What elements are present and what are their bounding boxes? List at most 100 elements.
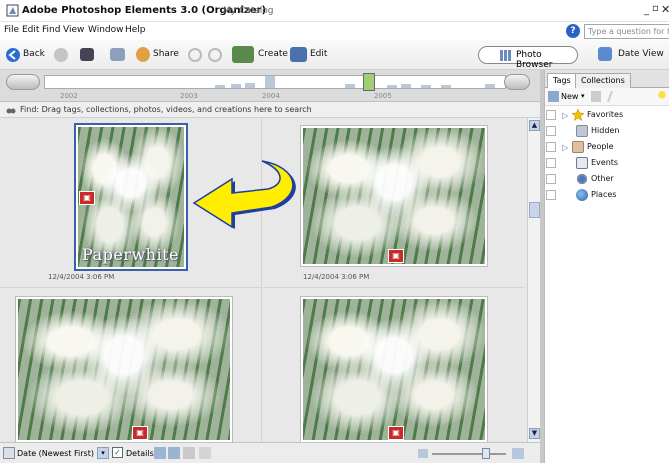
- tag-row-hidden[interactable]: Hidden: [545, 124, 669, 139]
- tag-badge-icon: ▣: [388, 249, 404, 263]
- photo-image: [303, 299, 485, 440]
- menu-view[interactable]: View: [63, 25, 84, 35]
- maximize-button[interactable]: ▫: [652, 3, 659, 14]
- expand-triangle-icon[interactable]: ▷: [562, 111, 568, 120]
- photo-thumbnail[interactable]: ▣: [301, 126, 487, 266]
- print-icon[interactable]: [110, 48, 125, 61]
- back-arrow-icon[interactable]: [6, 48, 20, 62]
- timeline-marker[interactable]: [363, 73, 375, 91]
- date-view-button[interactable]: Date View: [618, 49, 664, 59]
- photo-thumbnail[interactable]: ▣: [301, 297, 487, 442]
- menu-help[interactable]: Help: [125, 25, 146, 35]
- zoom-in-icon[interactable]: [512, 448, 524, 459]
- zoom-slider-thumb[interactable]: [482, 448, 490, 459]
- expand-triangle-icon[interactable]: ▷: [562, 143, 568, 152]
- timeline-track[interactable]: [44, 73, 506, 91]
- create-icon[interactable]: [232, 46, 254, 63]
- zoom-slider-track[interactable]: [432, 453, 506, 455]
- tag-row-places[interactable]: Places: [545, 188, 669, 203]
- timeline-left-button[interactable]: [6, 74, 40, 90]
- star-icon: [571, 108, 585, 122]
- close-button[interactable]: ✕: [661, 3, 669, 16]
- new-tag-button[interactable]: New: [561, 92, 578, 101]
- tag-badge-icon: ▣: [388, 426, 404, 440]
- help-search-input[interactable]: Type a question for help: [584, 24, 669, 39]
- menu-edit[interactable]: Edit: [22, 25, 39, 35]
- photo-thumbnail[interactable]: ▣: [16, 297, 232, 442]
- tag-badge-icon: ▣: [132, 426, 148, 440]
- tag-row-favorites[interactable]: ▷ Favorites: [545, 108, 669, 123]
- create-button[interactable]: Create: [258, 49, 288, 59]
- share-icon[interactable]: [136, 47, 150, 62]
- photo-browser-icon: [500, 50, 511, 61]
- tags-panel: Tags Collections New ▾ ▷ Favorites Hidde…: [544, 70, 669, 463]
- forward-arrow-icon[interactable]: [54, 48, 68, 62]
- tag-checkbox[interactable]: [546, 142, 556, 152]
- edit-icon[interactable]: [290, 47, 307, 62]
- photo-browser-button[interactable]: Photo Browser: [478, 46, 578, 70]
- view-mode-icon[interactable]: [154, 447, 166, 459]
- photo-import-icon[interactable]: [80, 48, 94, 61]
- people-icon: [572, 141, 584, 153]
- timeline-bar: [215, 85, 225, 88]
- back-button[interactable]: Back: [23, 49, 45, 59]
- tag-badge-icon: ▣: [79, 191, 95, 205]
- details-checkbox[interactable]: ✓: [112, 447, 123, 458]
- timeline-year: 2005: [374, 92, 392, 100]
- photo-browser-label: Photo Browser: [516, 50, 553, 70]
- scroll-up-icon[interactable]: ▲: [529, 120, 540, 131]
- delete-tag-icon[interactable]: [591, 91, 601, 102]
- tag-row-events[interactable]: Events: [545, 156, 669, 171]
- share-button[interactable]: Share: [153, 49, 179, 59]
- tag-checkbox[interactable]: [546, 190, 556, 200]
- timeline-year: 2004: [262, 92, 280, 100]
- scroll-down-icon[interactable]: ▼: [529, 428, 540, 439]
- sort-dropdown-icon[interactable]: ▾: [97, 447, 109, 459]
- status-bar: Date (Newest First) ▾ ✓ Details: [0, 442, 540, 463]
- sort-icon[interactable]: [3, 447, 15, 459]
- view-mode-icon[interactable]: [168, 447, 180, 459]
- edit-button[interactable]: Edit: [310, 49, 327, 59]
- tab-collections[interactable]: Collections: [575, 73, 631, 88]
- timeline: 2002 2003 2004 2005: [0, 70, 540, 102]
- timeline-bar: [387, 85, 397, 88]
- tag-label: Hidden: [591, 126, 620, 135]
- tag-row-people[interactable]: ▷ People: [545, 140, 669, 155]
- help-icon[interactable]: ?: [566, 24, 580, 38]
- globe-icon: [576, 189, 588, 201]
- tag-label: Favorites: [587, 110, 624, 119]
- chevron-down-icon[interactable]: ▾: [581, 92, 585, 100]
- tab-tags[interactable]: Tags: [547, 73, 577, 89]
- photo-thumbnail[interactable]: ▣ Paperwhite: [76, 125, 186, 269]
- tag-checkbox[interactable]: [546, 158, 556, 168]
- photo-cell[interactable]: ▣: [263, 289, 525, 459]
- menu-file[interactable]: File: [4, 25, 19, 35]
- sort-order-label[interactable]: Date (Newest First): [17, 449, 94, 458]
- find-bar[interactable]: Find: Drag tags, collections, photos, vi…: [0, 102, 540, 118]
- tag-checkbox[interactable]: [546, 174, 556, 184]
- menu-find[interactable]: Find: [42, 25, 60, 35]
- photo-cell[interactable]: ▣: [0, 289, 262, 459]
- zoom-out-icon[interactable]: [418, 449, 428, 458]
- rotate-left-icon[interactable]: [188, 48, 202, 62]
- menu-window[interactable]: Window: [88, 25, 124, 35]
- lightbulb-icon[interactable]: [657, 90, 667, 102]
- tag-checkbox[interactable]: [546, 126, 556, 136]
- minimize-button[interactable]: _: [644, 5, 649, 16]
- edit-tag-icon[interactable]: [606, 91, 622, 102]
- tag-label: People: [587, 142, 614, 151]
- tag-checkbox[interactable]: [546, 110, 556, 120]
- scroll-thumb[interactable]: [529, 202, 540, 218]
- rotate-right-icon[interactable]: [208, 48, 222, 62]
- slideshow-icon[interactable]: [183, 447, 195, 459]
- app-icon: [6, 4, 19, 17]
- full-screen-icon[interactable]: [199, 447, 211, 459]
- tag-row-other[interactable]: Other: [545, 172, 669, 187]
- new-tag-icon[interactable]: [548, 91, 559, 102]
- grid-scrollbar[interactable]: ▲ ▼: [527, 118, 540, 442]
- photo-date: 12/4/2004 3:06 PM: [303, 273, 370, 281]
- calendar-icon[interactable]: [598, 47, 612, 61]
- catalog-name: My Catalog: [223, 6, 274, 16]
- panel-tabs: Tags Collections: [545, 70, 669, 89]
- timeline-right-button[interactable]: [504, 74, 530, 90]
